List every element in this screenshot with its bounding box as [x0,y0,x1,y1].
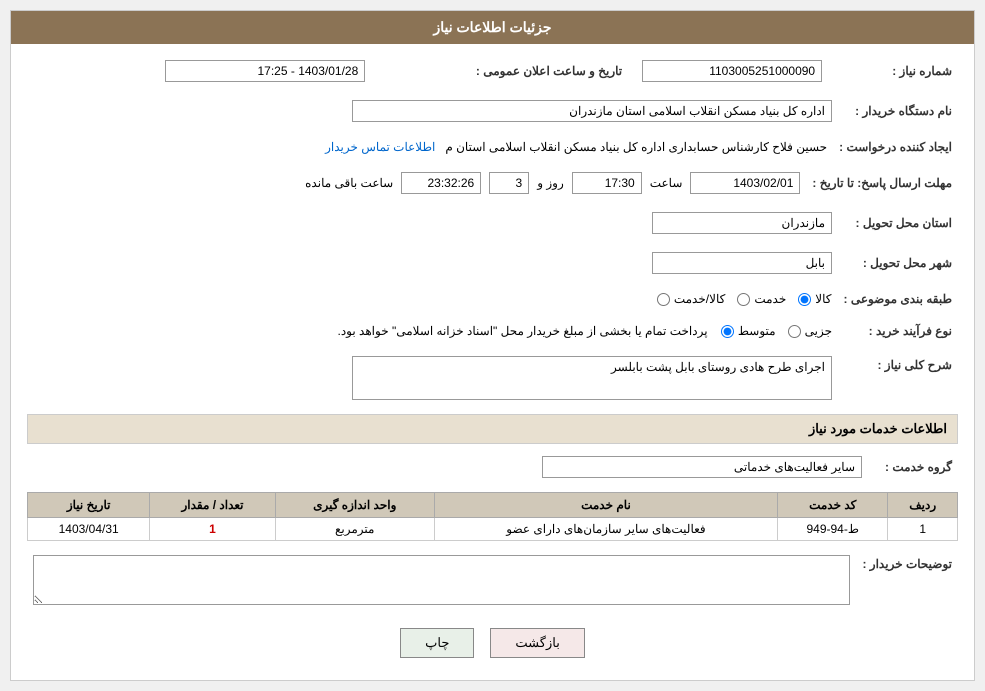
sharh-label: شرح کلی نیاز : [838,352,958,404]
tabaqe-khedmat[interactable]: خدمت [737,292,786,306]
noefarayand-label: نوع فرآیند خرید : [838,320,958,342]
shomareNiaz-value: 1103005251000090 [642,60,822,82]
date-value: 1403/02/01 [690,172,800,194]
saat-value: 17:30 [572,172,642,194]
shomareNiaz-label: شماره نیاز : [828,56,958,86]
button-group: بازگشت چاپ [27,628,958,658]
rooz-value: 3 [489,172,529,194]
tarikh-value: 1403/01/28 - 17:25 [165,60,365,82]
ijadKonande-link[interactable]: اطلاعات تماس خریدار [325,140,435,154]
tabaqe-radiogroup: کالا خدمت کالا/خدمت [657,292,832,306]
ostan-label: استان محل تحویل : [838,208,958,238]
saat-label: ساعت [650,176,683,190]
back-button[interactable]: بازگشت [490,628,584,658]
tozihat-textarea[interactable] [33,555,850,605]
groheKhedmat-label: گروه خدمت : [868,452,958,482]
noefarayand-note: پرداخت تمام یا بخشی از مبلغ خریدار محل "… [338,324,708,338]
col-vahed: واحد اندازه گیری [275,493,434,518]
noefarayand-radiogroup: جزیی متوسط [721,324,832,338]
noefarayand-motavaset[interactable]: متوسط [721,324,776,338]
shahr-value: بابل [652,252,832,274]
ijadKonande-label: ایجاد کننده درخواست : [833,136,958,158]
mohlatErsal-label: مهلت ارسال پاسخ: تا تاریخ : [806,168,958,198]
services-table: ردیف کد خدمت نام خدمت واحد اندازه گیری ت… [27,492,958,541]
col-nam: نام خدمت [434,493,777,518]
tozihat-label: توضیحات خریدار : [856,551,958,612]
table-row: 1ط-94-949فعالیت‌های سایر سازمان‌های دارا… [28,518,958,541]
tabaqe-kala[interactable]: کالا [798,292,831,306]
col-kod: کد خدمت [778,493,888,518]
col-tedad: تعداد / مقدار [150,493,275,518]
sharh-value: اجرای طرح هادی روستای بابل پشت بابلسر [352,356,832,400]
tabaqe-label: طبقه بندی موضوعی : [837,288,958,310]
col-radif: ردیف [888,493,958,518]
ostan-value: مازندران [652,212,832,234]
print-button[interactable]: چاپ [400,628,474,658]
groheKhedmat-value: سایر فعالیت‌های خدماتی [542,456,862,478]
col-tarikh: تاریخ نیاز [28,493,150,518]
namDastgah-value: اداره کل بنیاد مسکن انقلاب اسلامی استان … [352,100,832,122]
rooz-label: روز و [537,176,564,190]
tabaqe-kala-khedmat[interactable]: کالا/خدمت [657,292,725,306]
services-header: اطلاعات خدمات مورد نیاز [27,414,958,444]
namDastgah-label: نام دستگاه خریدار : [838,96,958,126]
shahr-label: شهر محل تحویل : [838,248,958,278]
tarikh-label: تاریخ و ساعت اعلان عمومی : [371,56,628,86]
ijadKonande-value: حسین فلاح کارشناس حسابداری اداره کل بنیا… [445,140,827,154]
page-title: جزئیات اطلاعات نیاز [11,11,974,44]
countdown-suffix: ساعت باقی مانده [305,176,393,190]
noefarayand-jozi[interactable]: جزیی [788,324,832,338]
countdown-value: 23:32:26 [401,172,481,194]
